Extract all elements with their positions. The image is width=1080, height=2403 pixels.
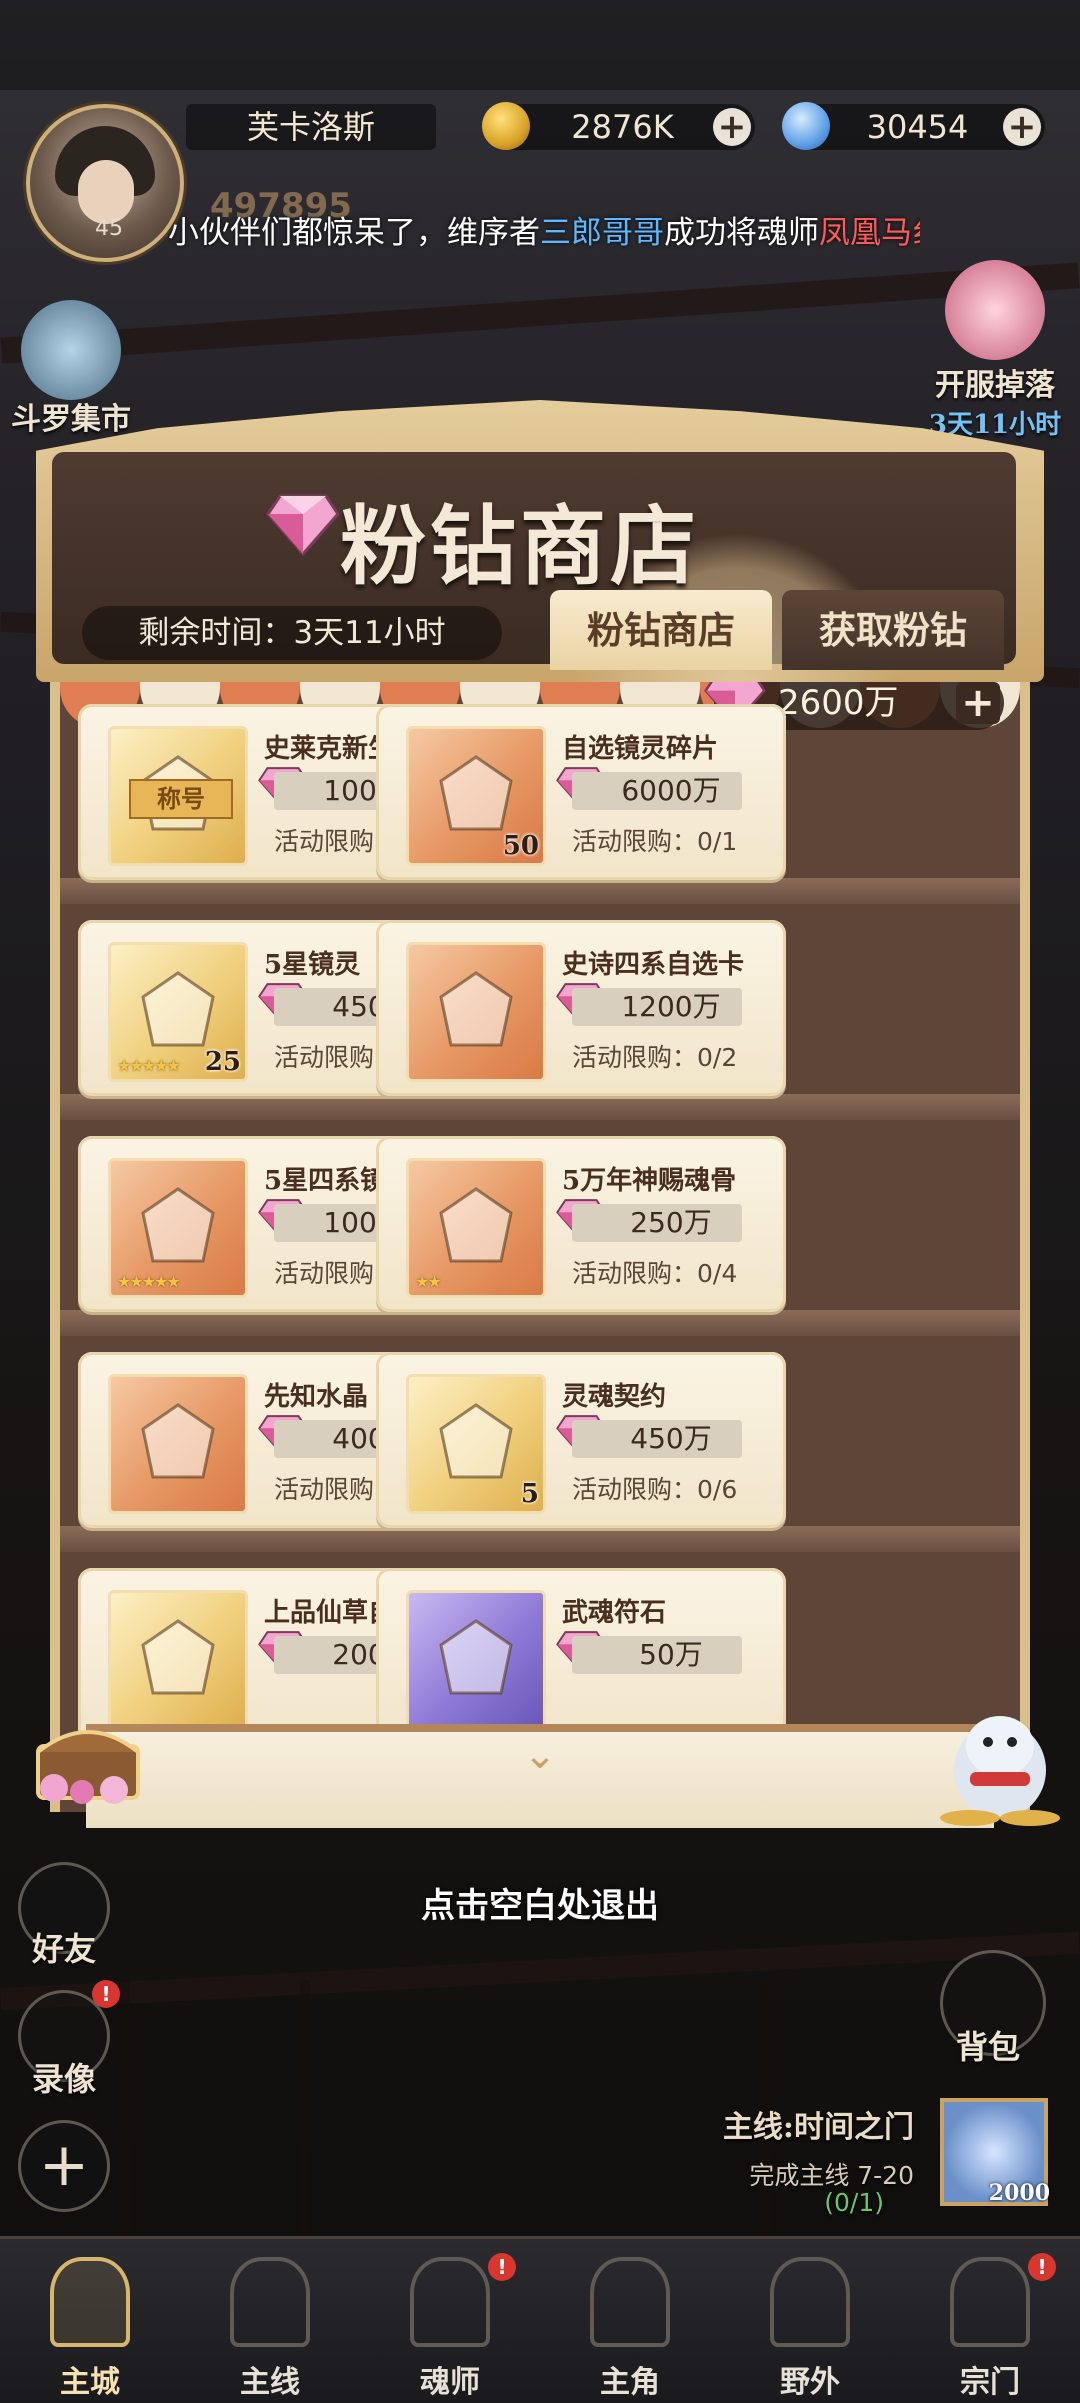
item-thumbnail: 50 bbox=[406, 726, 546, 866]
item-thumbnail: ★★★★★ 25 bbox=[108, 942, 248, 1082]
tab-pink-diamond-shop[interactable]: 粉钻商店 bbox=[550, 590, 772, 670]
nav-tab[interactable]: 主角 bbox=[540, 2239, 720, 2403]
item-name: 5星镜灵 bbox=[264, 950, 361, 980]
quest-reward-diamond-icon[interactable]: 2000 bbox=[940, 2098, 1050, 2206]
purchase-limit: 活动限购：0/6 bbox=[572, 1475, 738, 1504]
player-level: 45 bbox=[95, 216, 123, 241]
tab-get-pink-diamonds[interactable]: 获取粉钻 bbox=[782, 590, 1004, 670]
item-price: 250万 bbox=[572, 1204, 742, 1242]
shop-item-card[interactable]: ★★ 5万年神赐魂骨 250万活动限购：0/4 bbox=[376, 1136, 786, 1312]
nav-tab[interactable]: 魂师! bbox=[360, 2239, 540, 2403]
nav-emblem-icon bbox=[50, 2257, 130, 2347]
pink-diamond-shop-panel: 粉钻商店 剩余时间：3天11小时 粉钻商店 获取粉钻 2600万 + 称号 史莱克… bbox=[30, 400, 1050, 1850]
item-name: 先知水晶 bbox=[264, 1382, 369, 1412]
nav-tab[interactable]: 野外 bbox=[720, 2239, 900, 2403]
nav-tab[interactable]: 主城 bbox=[0, 2239, 180, 2403]
status-bar bbox=[0, 0, 1080, 90]
item-thumbnail bbox=[108, 1590, 248, 1730]
item-name: 史莱克新生 bbox=[264, 734, 395, 764]
shop-item-grid[interactable]: 2600万 + 称号 史莱克新生 1000万 活动限购：0/1 50 自选镜灵碎片 6000… bbox=[50, 682, 1030, 1812]
item-name: 武魂符石 bbox=[562, 1598, 667, 1628]
item-art-icon bbox=[439, 755, 513, 831]
pink-diamond-icon bbox=[266, 494, 340, 556]
item-count: 25 bbox=[204, 1047, 241, 1077]
nav-tab-label: 野外 bbox=[780, 2365, 840, 2400]
add-diamond-button[interactable]: + bbox=[1003, 108, 1041, 146]
notification-dot: ! bbox=[488, 2253, 516, 2281]
shop-item-card[interactable]: 武魂符石 50万 bbox=[376, 1568, 786, 1744]
nav-tab-label: 主城 bbox=[60, 2365, 120, 2400]
item-name: 灵魂契约 bbox=[562, 1382, 667, 1412]
gold-currency: 2876K + bbox=[482, 102, 755, 150]
remaining-time: 剩余时间：3天11小时 bbox=[82, 606, 502, 660]
nav-tab-label: 宗门 bbox=[960, 2365, 1020, 2400]
nav-tab-label: 魂师 bbox=[420, 2365, 480, 2400]
nav-tab[interactable]: 主线 bbox=[180, 2239, 360, 2403]
item-name: 5万年神赐魂骨 bbox=[562, 1166, 737, 1196]
add-pink-diamond-button[interactable]: + bbox=[956, 682, 1000, 724]
main-quest-desc: 完成主线 7-20 bbox=[749, 2161, 914, 2190]
shop-item-card[interactable]: 5 灵魂契约 450万活动限购：0/6 bbox=[376, 1352, 786, 1528]
main-quest-progress: (0/1) bbox=[824, 2188, 884, 2217]
shop-item-card[interactable]: 史诗四系自选卡 1200万活动限购：0/2 bbox=[376, 920, 786, 1096]
nav-tab-label: 主线 bbox=[240, 2365, 300, 2400]
add-gold-button[interactable]: + bbox=[713, 108, 751, 146]
tap-blank-to-exit-hint[interactable]: 点击空白处退出 bbox=[0, 1878, 1080, 1927]
item-thumbnail: ★★★★★ bbox=[108, 1158, 248, 1298]
star-rating: ★★ bbox=[415, 1272, 442, 1291]
star-rating: ★★★★★ bbox=[117, 1272, 181, 1291]
player-name: 芙卡洛斯 bbox=[186, 104, 436, 150]
bottom-navigation: 主城 主线 魂师! 主角 野外 宗门! bbox=[0, 2236, 1080, 2403]
more-plus-button[interactable]: + bbox=[18, 2120, 110, 2212]
nav-tab-label: 主角 bbox=[600, 2365, 660, 2400]
item-count: 50 bbox=[502, 831, 539, 861]
item-name: 史诗四系自选卡 bbox=[562, 950, 745, 980]
item-price: 6000万 bbox=[572, 772, 742, 810]
item-thumbnail: ★★ bbox=[406, 1158, 546, 1298]
nav-tab[interactable]: 宗门! bbox=[900, 2239, 1080, 2403]
main-quest-title[interactable]: 主线:时间之门 bbox=[723, 2102, 914, 2146]
item-count: 5 bbox=[520, 1479, 539, 1509]
shop-item-card[interactable]: 50 自选镜灵碎片 6000万活动限购：0/1 bbox=[376, 704, 786, 880]
item-thumbnail bbox=[406, 942, 546, 1082]
item-name: 自选镜灵碎片 bbox=[562, 734, 719, 764]
item-art-icon bbox=[439, 1403, 513, 1479]
item-thumbnail: 称号 bbox=[108, 726, 248, 866]
item-art-icon bbox=[439, 1187, 513, 1263]
mascot-seal-icon bbox=[940, 1716, 1060, 1826]
item-thumbnail bbox=[406, 1590, 546, 1730]
title-badge: 称号 bbox=[129, 779, 233, 819]
purchase-limit: 活动限购：0/2 bbox=[572, 1043, 738, 1072]
treasure-chest-icon bbox=[36, 1730, 140, 1804]
item-thumbnail bbox=[108, 1374, 248, 1514]
item-art-icon bbox=[439, 1619, 513, 1695]
star-rating: ★★★★★ bbox=[117, 1056, 181, 1075]
purchase-limit: 活动限购：0/1 bbox=[572, 827, 738, 856]
nav-emblem-icon bbox=[950, 2257, 1030, 2347]
nav-emblem-icon bbox=[410, 2257, 490, 2347]
item-art-icon bbox=[141, 1403, 215, 1479]
chevron-down-icon[interactable]: ⌄ bbox=[518, 1735, 562, 1775]
item-price: 450万 bbox=[572, 1420, 742, 1458]
diamond-icon bbox=[782, 102, 830, 150]
item-thumbnail: 5 bbox=[406, 1374, 546, 1514]
item-art-icon bbox=[141, 1187, 215, 1263]
item-art-icon bbox=[141, 1619, 215, 1695]
market-icon bbox=[21, 300, 121, 400]
item-art-icon bbox=[141, 971, 215, 1047]
server-drop-icon bbox=[945, 260, 1045, 360]
gold-coin-icon bbox=[482, 102, 530, 150]
purchase-limit: 活动限购：0/4 bbox=[572, 1259, 738, 1288]
broadcast-ticker: 小伙伴们都惊呆了，维序者三郎哥哥成功将魂师凤凰马纟 bbox=[168, 215, 920, 251]
notification-dot: ! bbox=[1028, 2253, 1056, 2281]
record-notification-dot: ! bbox=[92, 1980, 120, 2008]
item-price: 1200万 bbox=[572, 988, 742, 1026]
shop-title: 粉钻商店 bbox=[340, 496, 700, 597]
nav-emblem-icon bbox=[770, 2257, 850, 2347]
item-price: 50万 bbox=[572, 1636, 742, 1674]
diamond-currency: 30454 + bbox=[782, 102, 1045, 150]
item-art-icon bbox=[439, 971, 513, 1047]
nav-emblem-icon bbox=[230, 2257, 310, 2347]
nav-emblem-icon bbox=[590, 2257, 670, 2347]
